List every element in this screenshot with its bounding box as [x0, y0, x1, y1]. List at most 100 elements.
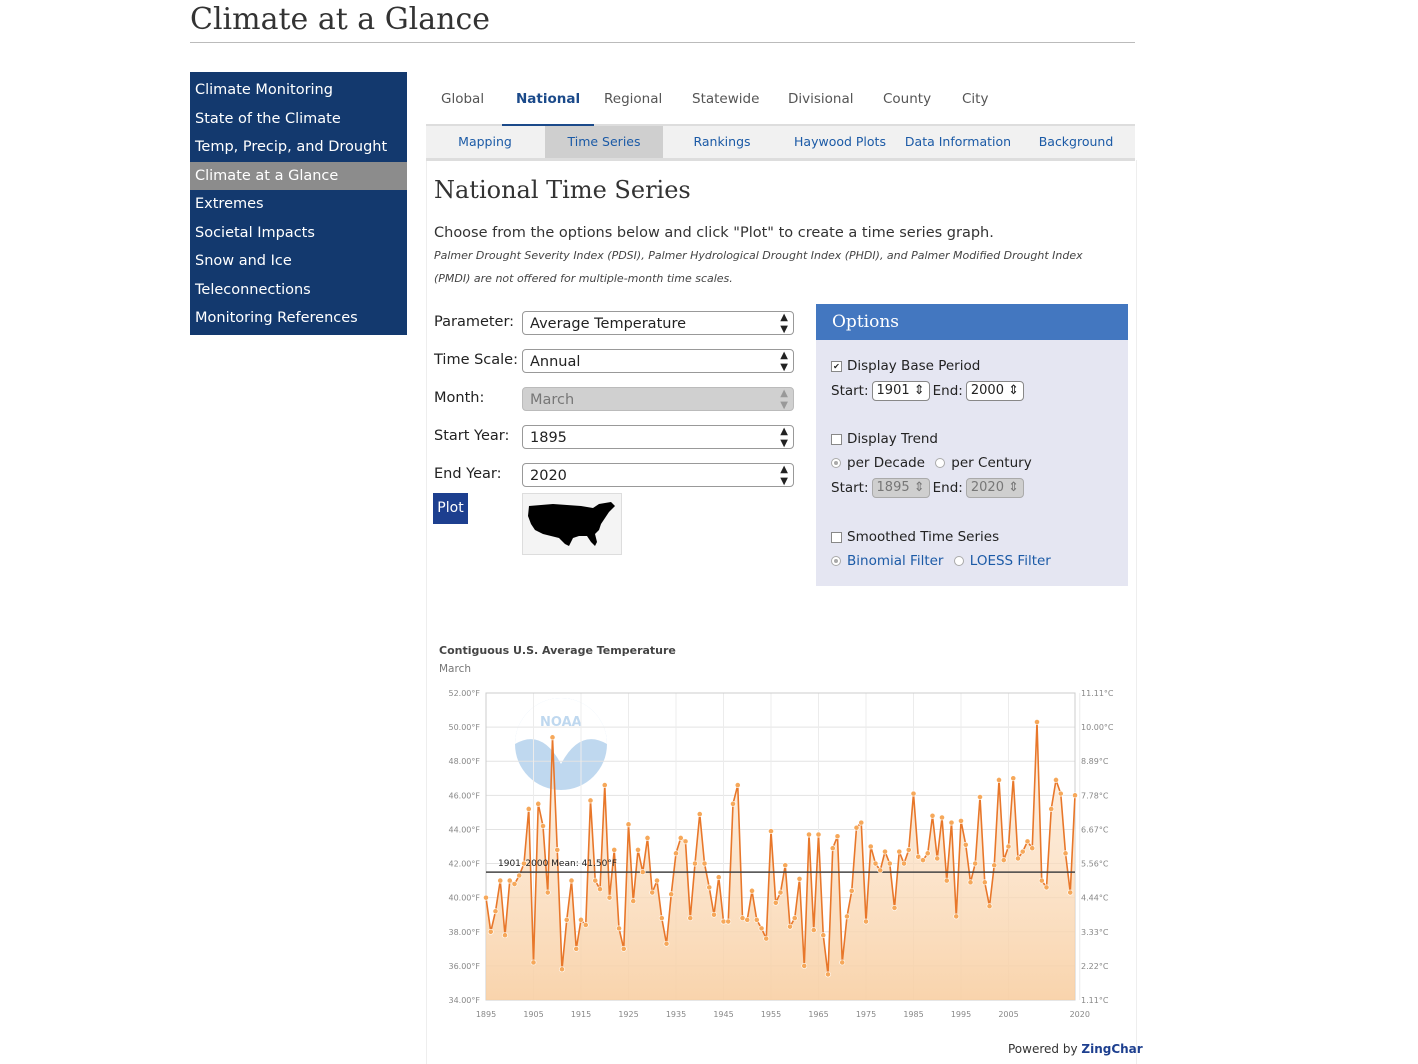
start-year-select[interactable]: 1895 ▲ ▼: [522, 425, 794, 449]
tab-global[interactable]: Global: [441, 78, 484, 124]
subtab-mapping[interactable]: Mapping: [426, 126, 544, 158]
data-point: [639, 869, 646, 875]
tab-city[interactable]: City: [962, 78, 988, 124]
data-point: [867, 843, 874, 850]
data-point: [967, 879, 974, 886]
data-point: [877, 867, 884, 874]
data-point: [706, 884, 713, 891]
page-title: Climate at a Glance: [190, 0, 1135, 43]
data-point: [848, 887, 855, 894]
y-tick-label-right: 2.22°C: [1081, 962, 1109, 971]
data-point: [644, 835, 651, 841]
loess-radio[interactable]: [953, 556, 964, 566]
data-point: [986, 903, 993, 910]
y-tick-label-left: 34.00°F: [448, 996, 480, 1005]
data-point: [587, 797, 594, 804]
binomial-radio[interactable]: [831, 556, 841, 566]
y-tick-label-right: 4.44°C: [1081, 894, 1109, 903]
mean-label: 1901–2000 Mean: 41.50°F: [498, 859, 617, 869]
base-period-range: Start: 1901 ⇕ End: 2000 ⇕: [831, 381, 1027, 401]
data-point: [910, 790, 917, 797]
sidebar-item-climate-at-a-glance[interactable]: Climate at a Glance: [190, 161, 407, 190]
timescale-select[interactable]: Annual ▲ ▼: [522, 349, 794, 373]
data-point: [839, 959, 846, 966]
data-point: [578, 916, 584, 923]
data-point: [929, 812, 936, 819]
per-decade-radio[interactable]: [831, 458, 841, 468]
sidebar-item-teleconnections[interactable]: Teleconnections: [190, 276, 407, 305]
timescale-label: Time Scale:: [434, 352, 518, 368]
data-point: [806, 831, 812, 838]
trend-row: Display Trend: [831, 431, 938, 447]
subtab-rankings[interactable]: Rankings: [663, 126, 781, 158]
base-start-label: Start:: [831, 383, 869, 399]
data-point: [791, 915, 798, 922]
tab-statewide[interactable]: Statewide: [692, 78, 759, 124]
sidebar-item-monitoring-references[interactable]: Monitoring References: [190, 304, 407, 333]
data-point: [1010, 775, 1017, 782]
data-point: [943, 877, 950, 884]
y-tick-label-left: 48.00°F: [448, 757, 480, 766]
parameter-label: Parameter:: [434, 314, 515, 330]
tab-regional[interactable]: Regional: [604, 78, 662, 124]
base-start-select[interactable]: 1901 ⇕: [871, 381, 930, 401]
data-point: [996, 777, 1002, 783]
trend-end-select: 2020 ⇕: [965, 478, 1024, 498]
data-point: [530, 959, 537, 966]
sidebar-item-state-of-the-climate[interactable]: State of the Climate: [190, 105, 407, 134]
trend-unit-row: per Decade per Century: [831, 455, 1032, 471]
plot-button[interactable]: Plot: [433, 493, 468, 524]
tab-county[interactable]: County: [883, 78, 931, 124]
sidebar-item-extremes[interactable]: Extremes: [190, 190, 407, 219]
data-point: [858, 819, 865, 826]
data-point: [663, 940, 670, 947]
data-point: [991, 862, 998, 869]
data-point: [787, 923, 793, 930]
data-point: [592, 877, 599, 884]
month-value: March: [530, 392, 575, 408]
data-point: [901, 860, 907, 867]
sidebar-item-snow-and-ice[interactable]: Snow and Ice: [190, 247, 407, 276]
select-arrows-icon: ▲ ▼: [780, 350, 788, 373]
data-point: [796, 876, 803, 882]
base-period-checkbox[interactable]: ✔: [831, 360, 842, 372]
per-century-radio[interactable]: [935, 458, 946, 468]
y-tick-label-left: 52.00°F: [448, 689, 480, 698]
sidebar-item-societal-impacts[interactable]: Societal Impacts: [190, 219, 407, 248]
tab-national[interactable]: National: [502, 78, 595, 127]
loess-label: LOESS Filter: [969, 553, 1051, 569]
parameter-select[interactable]: Average Temperature ▲ ▼: [522, 311, 794, 335]
data-point: [497, 877, 504, 884]
subtab-data-information[interactable]: Data Information: [899, 126, 1017, 158]
noaa-logo-icon: NOAA: [515, 698, 607, 790]
data-point: [692, 860, 698, 867]
subtab-time-series[interactable]: Time Series: [545, 126, 663, 158]
data-point: [782, 862, 789, 869]
select-arrows-icon: ▲ ▼: [780, 464, 788, 487]
sidebar-item-temp-precip-drought[interactable]: Temp, Precip, and Drought: [190, 133, 407, 162]
base-end-select[interactable]: 2000 ⇕: [965, 381, 1024, 401]
data-point: [483, 894, 489, 901]
tab-divisional[interactable]: Divisional: [788, 78, 854, 124]
powered-by-credit[interactable]: Powered by ZingChar: [1008, 1042, 1143, 1056]
base-period-label: Display Base Period: [847, 358, 981, 374]
intro-text: Choose from the options below and click …: [434, 225, 994, 241]
data-point: [825, 971, 831, 978]
base-period-row: ✔ Display Base Period: [831, 358, 980, 374]
data-point: [981, 879, 988, 886]
data-point: [744, 916, 751, 923]
subtab-background[interactable]: Background: [1017, 126, 1135, 158]
data-point: [506, 877, 513, 884]
smoothed-checkbox[interactable]: [831, 531, 842, 543]
trend-checkbox[interactable]: [831, 433, 842, 445]
us-map-thumbnail[interactable]: [522, 493, 622, 555]
data-point: [701, 860, 708, 867]
x-tick-label: 1895: [476, 1010, 496, 1019]
data-point: [625, 821, 632, 828]
data-point: [1005, 843, 1012, 850]
data-point: [544, 889, 551, 896]
y-tick-label-left: 42.00°F: [448, 860, 480, 869]
subtab-haywood-plots[interactable]: Haywood Plots: [781, 126, 899, 158]
sidebar-item-climate-monitoring[interactable]: Climate Monitoring: [190, 76, 407, 105]
end-year-select[interactable]: 2020 ▲ ▼: [522, 463, 794, 487]
